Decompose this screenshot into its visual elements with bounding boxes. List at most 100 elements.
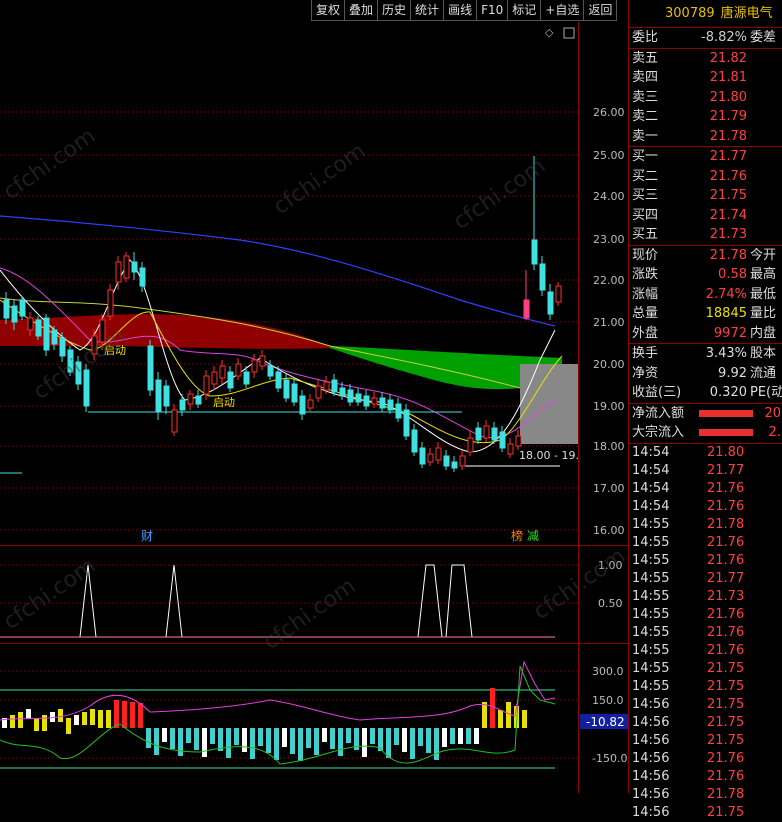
toolbar-button[interactable]: +自选 (540, 0, 585, 21)
candle-body (403, 409, 410, 437)
ask-label: 卖一 (632, 128, 659, 144)
bid-row[interactable]: 买四 21.74 (629, 206, 782, 226)
tick-row: 14:56 21.75 (629, 732, 782, 750)
toolbar-button[interactable]: 历史 (377, 0, 412, 21)
tick-time: 14:56 (632, 732, 670, 748)
tick-time: 14:55 (632, 678, 670, 694)
candle-body (555, 285, 562, 303)
indicator-bar (258, 728, 263, 746)
ask-row[interactable]: 卖四 21.81 (629, 68, 782, 88)
toolbar-button[interactable]: 统计 (410, 0, 445, 21)
fund-value: 3.43% (705, 346, 747, 361)
current-value: -10.82 (586, 715, 625, 729)
candle-body (475, 427, 482, 441)
sub2-tick-label: -150.0 (592, 752, 627, 765)
bid-label: 买四 (632, 207, 659, 223)
price-tick-label: 25.00 (593, 149, 625, 162)
candle-body (363, 395, 370, 407)
toolbar-button[interactable]: 复权 (311, 0, 346, 21)
tick-time: 14:55 (632, 516, 670, 532)
price-tick-label: 17.00 (593, 482, 625, 495)
indicator-bar (458, 728, 463, 744)
toolbar-button[interactable]: 返回 (583, 0, 618, 21)
toolbar-button[interactable]: 画线 (443, 0, 478, 21)
candle-body (451, 461, 458, 469)
toolbar-button[interactable]: F10 (476, 0, 509, 21)
tick-row: 14:56 21.75 (629, 714, 782, 732)
tick-price: 21.75 (707, 678, 745, 694)
tick-price: 21.77 (707, 462, 745, 478)
bid-row[interactable]: 买五 21.73 (629, 225, 782, 245)
indicator-bar (98, 710, 103, 728)
indicator-bar (506, 702, 511, 728)
candle-body (147, 345, 154, 391)
flow-list: 净流入额 20 大宗流入 2. (629, 402, 782, 443)
ask-row[interactable]: 卖三 21.80 (629, 88, 782, 108)
ask-price: 21.79 (709, 109, 747, 124)
ask-price: 21.80 (709, 89, 747, 105)
indicator-bar (338, 728, 343, 756)
indicator-bar (322, 728, 327, 742)
candle-body (443, 455, 450, 467)
tick-time: 14:56 (632, 696, 670, 712)
tick-time: 14:55 (632, 606, 670, 622)
flow-bar (699, 409, 753, 417)
indicator-bar (170, 728, 175, 749)
fund-label: 换手 (632, 346, 659, 361)
candle-body (323, 381, 330, 391)
bid-row[interactable]: 买三 21.75 (629, 186, 782, 206)
fund-label2: PE(动 (750, 385, 782, 400)
indicator-bar (522, 710, 527, 728)
chart-area[interactable]: 26.00 25.00 24.00 23.00 22.00 21.00 20.00 19.00… (0, 0, 628, 793)
tick-row: 14:55 21.76 (629, 624, 782, 642)
stock-code: 300789 (665, 6, 715, 21)
candle-body (131, 261, 138, 273)
quote-value: 2.74% (705, 286, 747, 302)
diamond-icon[interactable]: ◇ (545, 26, 554, 39)
quote-label: 现价 (632, 247, 659, 263)
flow-row: 净流入额 20 (629, 404, 782, 424)
candle-body (227, 371, 234, 389)
svg-text:cfchi.com: cfchi.com (0, 124, 100, 205)
ask-row[interactable]: 卖五 21.82 (629, 49, 782, 69)
candle-body (123, 255, 130, 279)
ask-price: 21.81 (709, 70, 747, 85)
flow-row: 大宗流入 2. (629, 423, 782, 443)
toolbar-button[interactable]: 标记 (507, 0, 542, 21)
price-tick-label: 23.00 (593, 233, 625, 246)
ask-row[interactable]: 卖二 21.79 (629, 107, 782, 127)
candle-body (51, 329, 58, 345)
candle-body (547, 291, 554, 315)
toolbar-button[interactable]: 叠加 (344, 0, 379, 21)
tick-row: 14:55 21.75 (629, 660, 782, 678)
quote-label2: 最高 (750, 267, 777, 282)
svg-text:cfchi.com: cfchi.com (269, 139, 370, 220)
bid-price: 21.77 (709, 149, 747, 164)
quote-value: 21.78 (709, 247, 747, 263)
candle-body (243, 371, 250, 385)
candle-body (531, 239, 538, 265)
bid-label: 买五 (632, 227, 659, 242)
close-icon[interactable] (563, 27, 575, 39)
kline-chart[interactable]: 26.00 25.00 24.00 23.00 22.00 21.00 20.00 19.00… (0, 0, 628, 793)
quote-panel: 300789 唐源电气 委比 -8.82% 委差 卖五 21.82 卖四 21.81 卖三… (628, 0, 782, 820)
ask-row[interactable]: 卖一 21.78 (629, 127, 782, 147)
indicator-bar (410, 728, 415, 759)
price-tick-label: 24.00 (593, 190, 625, 203)
ask-price: 21.78 (709, 128, 747, 144)
tick-time: 14:54 (632, 462, 670, 478)
price-tick-label: 21.00 (593, 316, 625, 329)
tick-row: 14:56 21.75 (629, 804, 782, 822)
indicator-bar (18, 712, 23, 728)
candle-body (299, 395, 306, 415)
indicator-bar (386, 728, 391, 758)
tick-row: 14:55 21.76 (629, 534, 782, 552)
indicator-bar (114, 700, 119, 728)
tick-time: 14:54 (632, 480, 670, 496)
candle-body (35, 319, 42, 337)
fund-list: 换手 3.43% 股本 净资 9.92 流通 收益(三) 0.320 PE(动 (629, 343, 782, 403)
bid-row[interactable]: 买二 21.76 (629, 167, 782, 187)
tick-time: 14:55 (632, 534, 670, 550)
bid-row[interactable]: 买一 21.77 (629, 147, 782, 167)
indicator-bar (426, 728, 431, 753)
